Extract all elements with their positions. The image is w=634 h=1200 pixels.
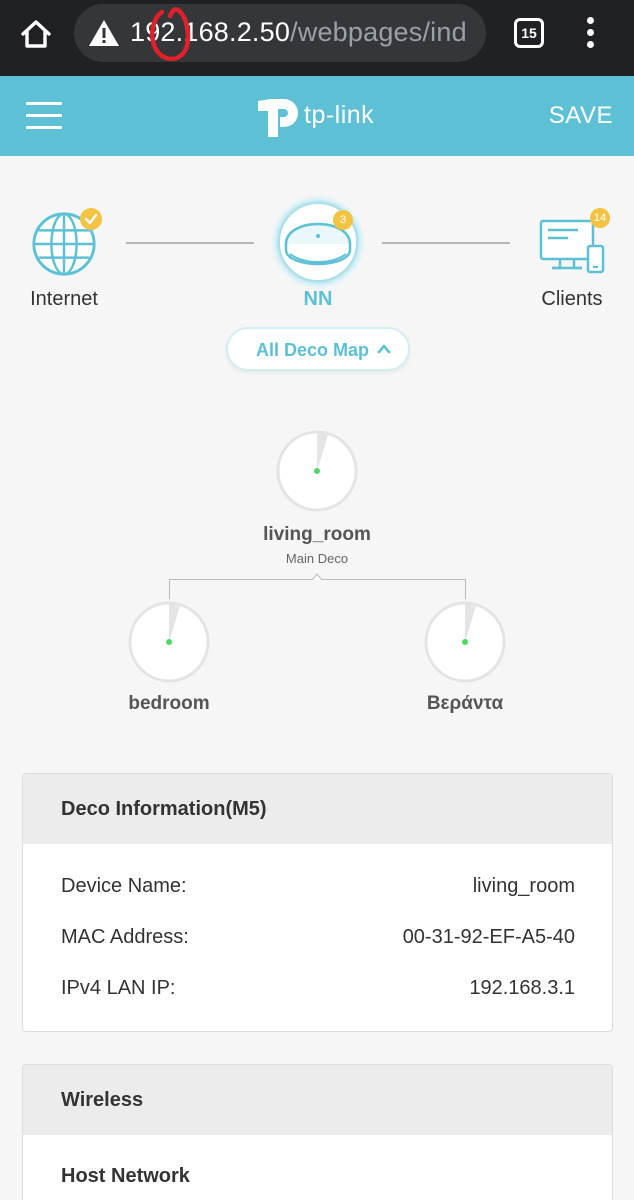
clients-label[interactable]: Clients	[522, 288, 622, 311]
host-network-heading: Host Network	[61, 1165, 190, 1187]
mesh-node-main[interactable]	[276, 430, 358, 512]
url-text[interactable]: 192.168.2.50/webpages/ind	[130, 17, 467, 48]
mesh-node-main-role: Main Deco	[285, 551, 349, 566]
internet-status-check-icon	[80, 208, 102, 230]
warning-icon[interactable]	[88, 18, 120, 48]
tp-link-logo: tp-link	[254, 89, 384, 143]
clients-count-badge: 14	[590, 208, 610, 228]
mesh-node-satellite-name: Βεράντα	[426, 693, 504, 714]
connector-line	[382, 242, 510, 244]
info-label: MAC Address:	[61, 926, 189, 948]
all-deco-map-button[interactable]: All Deco Map	[226, 327, 410, 371]
mesh-node-satellite-name: bedroom	[128, 693, 210, 714]
tree-line	[169, 579, 170, 599]
deco-information-title: Deco Information(M5)	[23, 774, 612, 844]
network-topology: Internet 3 NN 14 Clients All Deco Map li…	[0, 156, 634, 746]
info-row-ipv4-lan-ip: IPv4 LAN IP: 192.168.3.1	[61, 977, 575, 1000]
hamburger-menu-icon[interactable]	[26, 102, 62, 130]
tree-caret-icon	[311, 573, 323, 580]
logo-text: tp-link	[304, 101, 375, 129]
mesh-node-satellite[interactable]	[128, 601, 210, 683]
internet-label[interactable]: Internet	[14, 288, 114, 311]
app-header: tp-link SAVE	[0, 76, 634, 156]
info-value: 00-31-92-EF-A5-40	[402, 926, 575, 948]
save-button[interactable]: SAVE	[549, 102, 613, 130]
mesh-node-main-name: living_room	[263, 524, 371, 545]
tree-line	[465, 579, 466, 599]
address-bar[interactable]: 192.168.2.50/webpages/ind	[74, 4, 486, 62]
info-value: 192.168.3.1	[469, 977, 575, 999]
url-host: 192.168.2.50	[130, 17, 291, 47]
wireless-title: Wireless	[23, 1065, 612, 1135]
chevron-up-icon	[377, 344, 391, 354]
wireless-card: Wireless Host Network	[22, 1064, 613, 1200]
browser-toolbar: 192.168.2.50/webpages/ind 15	[0, 0, 634, 76]
connector-line	[126, 242, 254, 244]
mesh-node-satellite[interactable]	[424, 601, 506, 683]
network-name-label[interactable]: NN	[268, 288, 368, 311]
info-label: IPv4 LAN IP:	[61, 977, 176, 999]
all-deco-map-label: All Deco Map	[256, 340, 370, 360]
deco-signal-icon	[424, 601, 506, 683]
info-label: Device Name:	[61, 875, 187, 897]
tabs-count-button[interactable]: 15	[514, 18, 544, 48]
info-value: living_room	[472, 875, 575, 897]
info-row-device-name: Device Name: living_room	[61, 875, 575, 898]
tp-link-logo-icon	[258, 99, 298, 137]
deco-signal-icon	[128, 601, 210, 683]
info-row-mac-address: MAC Address: 00-31-92-EF-A5-40	[61, 926, 575, 949]
deco-information-card: Deco Information(M5) Device Name: living…	[22, 773, 613, 1032]
home-icon[interactable]	[16, 14, 56, 54]
browser-menu-icon[interactable]	[580, 14, 600, 54]
deco-count-badge: 3	[333, 210, 353, 230]
deco-signal-icon	[276, 430, 358, 512]
url-path: /webpages/ind	[290, 17, 467, 47]
